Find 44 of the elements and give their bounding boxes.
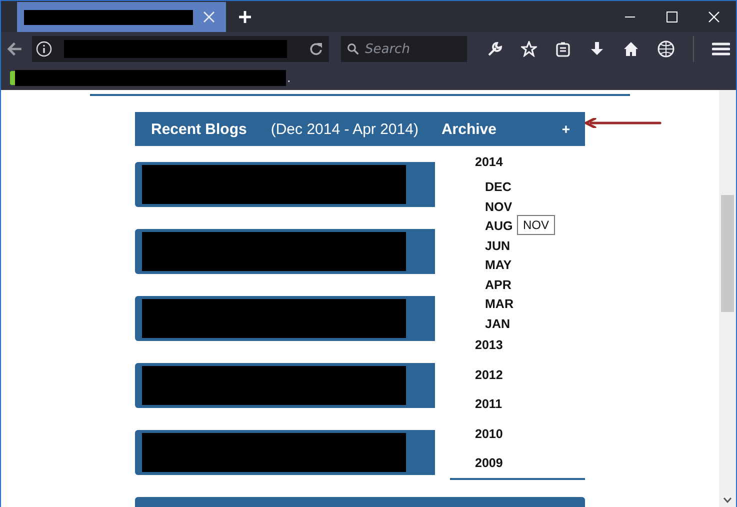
search-field[interactable]: Search bbox=[341, 36, 467, 62]
bookmark-text[interactable]: . bbox=[287, 71, 291, 85]
archive-month[interactable]: DEC bbox=[485, 178, 585, 198]
archive-month[interactable]: APR bbox=[485, 276, 585, 295]
section-title: Recent Blogs bbox=[151, 120, 247, 138]
globe-pen-icon[interactable] bbox=[657, 40, 675, 58]
blog-card[interactable] bbox=[135, 296, 435, 341]
archive-month[interactable]: MAR bbox=[485, 295, 585, 314]
archive-month[interactable]: MAY bbox=[485, 256, 585, 276]
archive-month[interactable]: JAN bbox=[485, 314, 585, 334]
scroll-down-icon[interactable] bbox=[723, 497, 732, 503]
date-range: (Dec 2014 - Apr 2014) bbox=[270, 120, 418, 138]
archive-year[interactable]: 2012 bbox=[475, 366, 585, 382]
maximize-icon[interactable] bbox=[666, 10, 678, 22]
tooltip: NOV bbox=[517, 215, 556, 235]
blog-card[interactable] bbox=[135, 363, 435, 408]
search-input[interactable]: Search bbox=[365, 42, 461, 56]
menu-icon[interactable] bbox=[712, 41, 730, 57]
back-arrow-icon[interactable] bbox=[7, 42, 22, 56]
browser-tab[interactable] bbox=[17, 2, 226, 32]
new-tab-icon[interactable] bbox=[238, 10, 252, 24]
archive-year[interactable]: 2013 bbox=[475, 337, 585, 353]
archive-title: Archive bbox=[441, 120, 496, 138]
archive-month[interactable]: NOV bbox=[485, 198, 585, 217]
download-icon[interactable] bbox=[589, 41, 605, 57]
archive-year[interactable]: 2009 bbox=[475, 455, 585, 471]
reload-icon[interactable] bbox=[309, 42, 323, 56]
blog-card[interactable] bbox=[135, 229, 435, 274]
search-icon bbox=[347, 42, 359, 56]
star-icon[interactable] bbox=[521, 41, 537, 57]
blog-card[interactable] bbox=[135, 430, 435, 475]
info-icon[interactable] bbox=[36, 41, 52, 57]
archive-month[interactable]: AUG NOV bbox=[485, 217, 585, 236]
expand-toggle[interactable]: + bbox=[562, 121, 570, 137]
clipboard-icon[interactable] bbox=[555, 41, 571, 57]
blog-card[interactable] bbox=[135, 162, 435, 207]
scrollbar[interactable] bbox=[719, 90, 736, 507]
scrollbar-thumb[interactable] bbox=[721, 195, 734, 312]
archive-year[interactable]: 2010 bbox=[475, 426, 585, 442]
home-icon[interactable] bbox=[623, 41, 639, 57]
archive-month[interactable]: JUN bbox=[485, 236, 585, 256]
archive-year[interactable]: 2014 bbox=[475, 154, 585, 170]
archive-year[interactable]: 2011 bbox=[475, 396, 585, 412]
wrench-icon[interactable] bbox=[487, 41, 503, 57]
